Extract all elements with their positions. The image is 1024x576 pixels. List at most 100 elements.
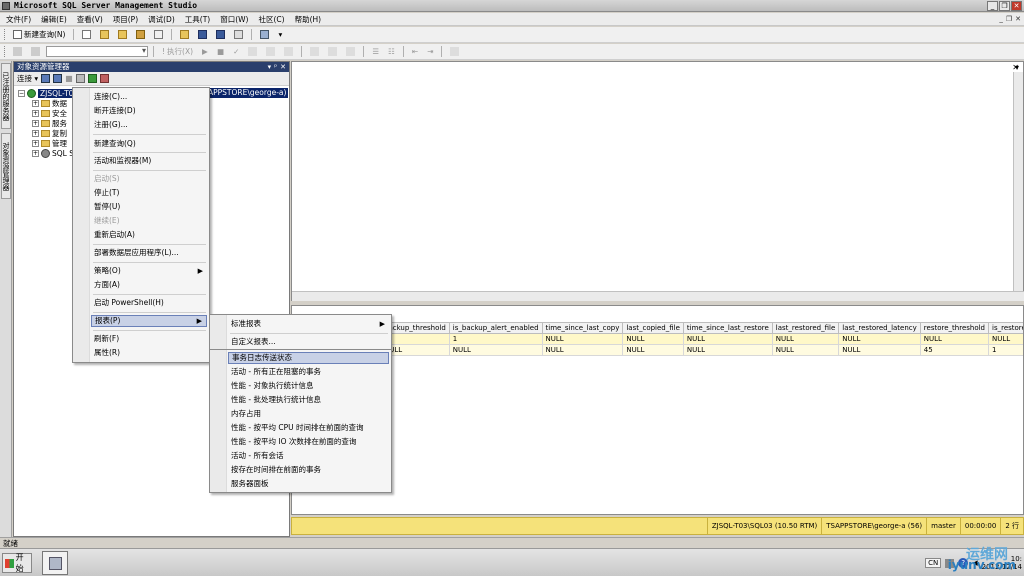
menu-item-properties[interactable]: 属性(R) (91, 347, 207, 359)
menu-item-facets[interactable]: 方面(A) (91, 279, 207, 291)
query-designer-button[interactable] (263, 46, 278, 58)
pin-icon[interactable]: ᵖ (274, 62, 277, 72)
grid-cell[interactable]: NULL (771, 344, 840, 356)
menu-item-start[interactable]: 启动(S) (91, 173, 207, 185)
menu-item-resume[interactable]: 继续(E) (91, 215, 207, 227)
estimated-plan-button[interactable] (245, 46, 260, 58)
menu-item-new-query[interactable]: 新建查询(Q) (91, 138, 207, 150)
collapse-icon[interactable]: − (18, 89, 25, 97)
menu-file[interactable]: 文件(F) (6, 14, 31, 25)
stop-icon[interactable]: ■ (65, 74, 73, 83)
report-batch-execution-stats[interactable]: 性能 - 批处理执行统计信息 (228, 394, 389, 406)
summary-icon[interactable] (99, 74, 109, 83)
grid-header[interactable]: last_restored_file (771, 322, 840, 334)
mdi-minimize-icon[interactable]: _ (999, 15, 1003, 23)
grid-cell[interactable]: 45 (919, 344, 990, 356)
refresh-icon[interactable] (87, 74, 97, 83)
grid-header[interactable]: is_backup_alert_enabled (448, 322, 543, 334)
editor-horizontal-scrollbar[interactable] (292, 291, 1024, 301)
panel-close-icon[interactable]: ✕ (280, 62, 286, 72)
debug-button[interactable]: ▶ (199, 46, 211, 58)
table-row[interactable]: 0 1 NULL NULL NULL NULL NULL NULL NULL (380, 333, 1023, 345)
expand-icon[interactable]: + (32, 149, 39, 157)
panel-dropdown-icon[interactable]: ▾ (268, 62, 272, 72)
change-connection-button[interactable] (28, 46, 43, 58)
toolbar-gripper[interactable] (4, 29, 7, 40)
grid-header[interactable]: time_since_last_restore (682, 322, 773, 334)
filter-icon[interactable] (75, 74, 85, 83)
expand-icon[interactable]: + (32, 129, 39, 137)
expand-icon[interactable]: + (32, 109, 39, 117)
grid-cell[interactable]: NULL (682, 344, 773, 356)
menu-item-deploy-dac[interactable]: 部署数据层应用程序(L)... (91, 247, 207, 259)
toolbar-gripper[interactable] (4, 46, 7, 57)
menu-item-policies[interactable]: 策略(O) ▶ (91, 265, 207, 277)
results-file-button[interactable] (343, 46, 358, 58)
xmla-query-button[interactable] (151, 29, 166, 41)
menu-debug[interactable]: 调试(D) (148, 14, 175, 25)
minimize-button[interactable]: _ (987, 1, 998, 11)
grid-header[interactable]: restore_threshold (919, 322, 990, 334)
cancel-query-button[interactable]: ■ (214, 46, 227, 58)
close-button[interactable]: ✕ (1011, 1, 1022, 11)
menu-community[interactable]: 社区(C) (258, 14, 284, 25)
decrease-indent-button[interactable]: ⇤ (409, 46, 421, 58)
grid-header[interactable]: is_restore_alert_enabl (987, 322, 1023, 334)
menu-window[interactable]: 窗口(W) (220, 14, 248, 25)
object-explorer-tab[interactable]: 对象资源管理器 (1, 133, 11, 199)
registered-servers-tab[interactable]: 已注册的服务器 (1, 63, 11, 129)
mdi-restore-icon[interactable]: ❐ (1006, 15, 1012, 23)
grid-cell[interactable]: NULL (919, 333, 990, 345)
report-top-queries-cpu[interactable]: 性能 - 按平均 CPU 时间排在前面的查询 (228, 422, 389, 434)
grid-cell[interactable]: NULL (838, 333, 921, 345)
results-grid-button[interactable] (325, 46, 340, 58)
print-button[interactable] (231, 29, 246, 41)
menu-item-custom-reports[interactable]: 自定义报表... (228, 336, 389, 348)
report-blocking-transactions[interactable]: 活动 - 所有正在阻塞的事务 (228, 366, 389, 378)
grid-cell[interactable]: NULL (838, 344, 921, 356)
menu-item-activity-monitor[interactable]: 活动和监视器(M) (91, 155, 207, 167)
expand-icon[interactable]: + (32, 119, 39, 127)
connect-db-button[interactable] (10, 46, 25, 58)
new-query-button[interactable]: 新建查询(N) (10, 29, 68, 41)
table-row[interactable]: NULL NULL NULL NULL NULL NULL NULL 45 1 (380, 344, 1023, 356)
menu-project[interactable]: 项目(P) (113, 14, 138, 25)
disconnect-icon[interactable] (53, 74, 63, 83)
open-button[interactable] (177, 29, 192, 41)
grid-cell[interactable]: NULL (771, 333, 840, 345)
execute-button[interactable]: ! 执行(X) (159, 46, 196, 58)
expand-icon[interactable]: + (32, 139, 39, 147)
analysis-query-button[interactable] (115, 29, 130, 41)
document-area[interactable]: ▾ ✕ (291, 61, 1024, 301)
report-all-sessions[interactable]: 活动 - 所有会话 (228, 450, 389, 462)
restore-button[interactable]: ❐ (999, 1, 1010, 11)
close-document-icon[interactable]: ✕ (1012, 63, 1019, 72)
db-engine-query-button[interactable] (97, 29, 112, 41)
grid-cell[interactable]: NULL (622, 333, 684, 345)
report-object-execution-stats[interactable]: 性能 - 对象执行统计信息 (228, 380, 389, 392)
report-top-queries-io[interactable]: 性能 - 按平均 IO 次数排在前面的查询 (228, 436, 389, 448)
grid-cell[interactable]: NULL (987, 333, 1023, 345)
increase-indent-button[interactable]: ⇥ (424, 46, 436, 58)
database-select[interactable] (46, 46, 148, 57)
connect-server-icon[interactable] (41, 74, 51, 83)
comment-button[interactable]: ☰ (369, 46, 382, 58)
menu-item-refresh[interactable]: 刷新(F) (91, 333, 207, 345)
grid-cell[interactable]: NULL (622, 344, 684, 356)
menu-item-standard-reports[interactable]: 标准报表 ▶ (228, 318, 389, 330)
mdx-query-button[interactable] (133, 29, 148, 41)
menu-item-powershell[interactable]: 启动 PowerShell(H) (91, 297, 207, 309)
menu-help[interactable]: 帮助(H) (295, 14, 322, 25)
parse-button[interactable]: ✓ (230, 46, 242, 58)
specify-values-button[interactable] (447, 46, 462, 58)
save-button[interactable] (195, 29, 210, 41)
new-file-button[interactable] (79, 29, 94, 41)
expand-icon[interactable]: + (32, 99, 39, 107)
grid-cell[interactable]: 1 (987, 344, 1023, 356)
grid-cell[interactable]: NULL (682, 333, 773, 345)
activity-monitor-button[interactable] (257, 29, 272, 41)
results-text-button[interactable] (307, 46, 322, 58)
options-button[interactable] (281, 46, 296, 58)
save-all-button[interactable] (213, 29, 228, 41)
uncomment-button[interactable]: ☷ (385, 46, 398, 58)
